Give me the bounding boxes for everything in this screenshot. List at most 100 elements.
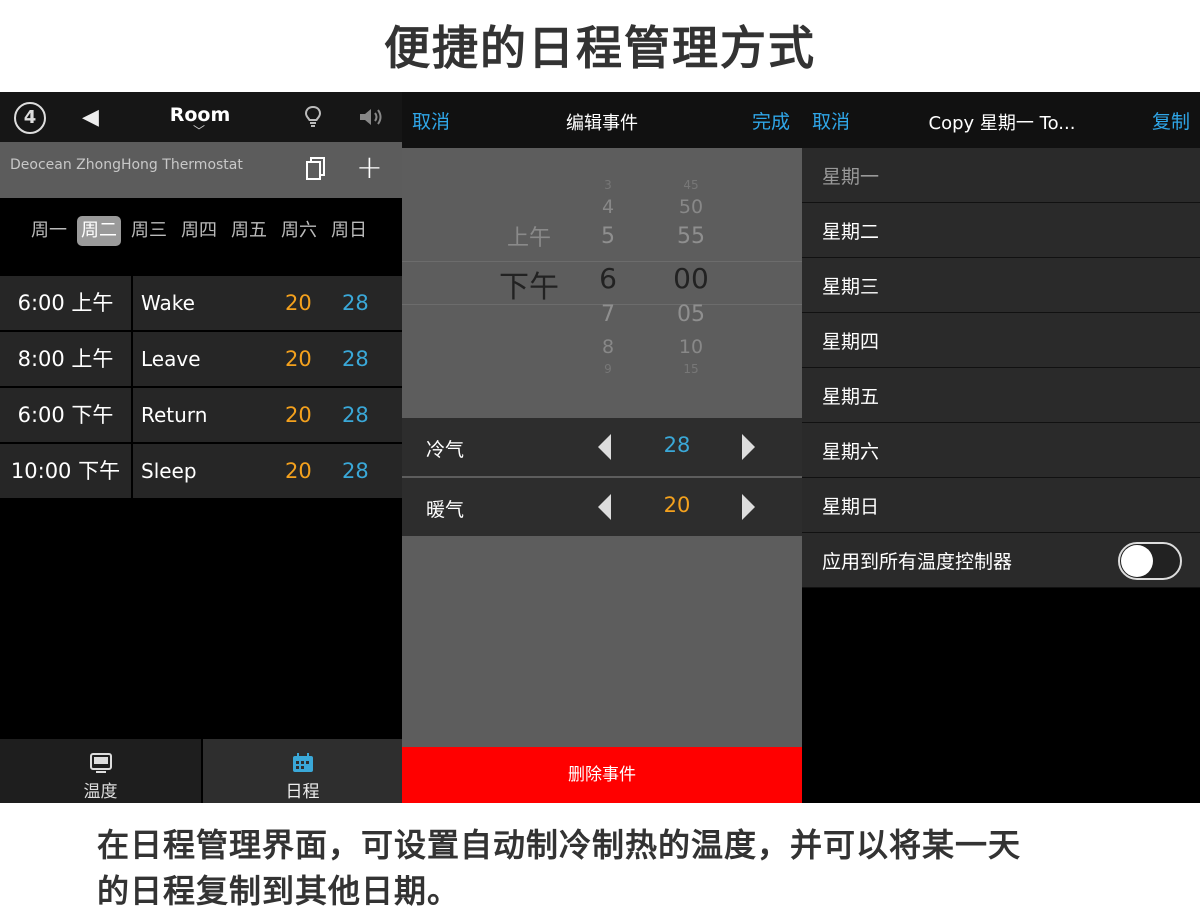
cool-decrease-arrow-icon[interactable] (598, 434, 611, 460)
day-label: 星期三 (822, 276, 880, 298)
picker-ampm-selected[interactable]: 下午 (494, 262, 564, 306)
screenshots-strip: 4 ◀ Room ﹀ Deocean ZhongHong Thermostat … (0, 92, 1200, 803)
event-row[interactable]: 6:00 下午 Return 20 28 (0, 388, 402, 444)
delete-event-button[interactable]: 删除事件 (402, 747, 802, 803)
picker-ampm-option[interactable]: 上午 (494, 220, 564, 252)
picker-hour-option[interactable]: 8 (588, 336, 628, 358)
event-cool-temp: 28 (342, 347, 369, 371)
day-tab-wed[interactable]: 周三 (124, 216, 174, 246)
event-name: Sleep (141, 459, 197, 483)
heat-decrease-arrow-icon[interactable] (598, 494, 611, 520)
picker-minute-option[interactable]: 45 (664, 178, 718, 192)
picker-minute-option[interactable]: 55 (664, 224, 718, 249)
day-tab-sat[interactable]: 周六 (274, 216, 324, 246)
event-name: Return (141, 403, 208, 427)
list-item-day[interactable]: 星期四 (802, 313, 1200, 368)
picker-minute-option[interactable]: 50 (664, 196, 718, 218)
nav-bar: 取消 编辑事件 完成 (402, 92, 802, 148)
add-event-button[interactable]: + (356, 147, 383, 187)
chevron-down-icon[interactable]: ﹀ (193, 122, 205, 139)
cool-value: 28 (663, 433, 691, 457)
day-label: 星期日 (822, 496, 880, 518)
back-arrow-icon[interactable]: ◀ (82, 105, 99, 130)
day-tab-thu[interactable]: 周四 (174, 216, 224, 246)
copy-schedule-screen: 取消 Copy 星期一 To... 复制 星期一 星期二 星期三 星期四 星期五… (802, 92, 1200, 803)
event-heat-temp: 20 (285, 403, 312, 427)
day-label: 星期四 (822, 331, 880, 353)
list-item-day[interactable]: 星期二 (802, 203, 1200, 258)
copy-icon[interactable] (306, 157, 326, 181)
top-bar: 4 ◀ Room ﹀ (0, 92, 402, 142)
caption: 在日程管理界面，可设置自动制冷制热的温度，并可以将某一天 的日程复制到其他日期。 (97, 822, 1117, 914)
day-tab-fri[interactable]: 周五 (224, 216, 274, 246)
picker-hour-option[interactable]: 3 (588, 178, 628, 192)
calendar-icon (292, 753, 313, 772)
event-row[interactable]: 6:00 上午 Wake 20 28 (0, 276, 402, 332)
caption-line-1: 在日程管理界面，可设置自动制冷制热的温度，并可以将某一天 (97, 826, 1022, 864)
day-label: 星期六 (822, 441, 880, 463)
picker-hour-option[interactable]: 5 (588, 224, 628, 249)
cool-setpoint-row: 冷气 28 (402, 418, 802, 476)
tab-label: 温度 (83, 782, 118, 802)
speaker-icon[interactable] (358, 106, 384, 128)
event-time: 8:00 上午 (0, 332, 133, 386)
event-cool-temp: 28 (342, 291, 369, 315)
event-list: 6:00 上午 Wake 20 28 8:00 上午 Leave 20 28 6… (0, 276, 402, 500)
day-selector: 周一 周二 周三 周四 周五 周六 周日 (24, 216, 384, 246)
event-time: 10:00 下午 (0, 444, 133, 498)
event-cool-temp: 28 (342, 459, 369, 483)
device-bar: Deocean ZhongHong Thermostat + (0, 142, 402, 198)
event-row[interactable]: 8:00 上午 Leave 20 28 (0, 332, 402, 388)
cancel-button[interactable]: 取消 (812, 107, 850, 134)
day-label: 星期二 (822, 221, 880, 243)
app-logo-icon[interactable]: 4 (14, 102, 46, 134)
day-label: 星期一 (822, 166, 880, 188)
page-title: 便捷的日程管理方式 (384, 21, 816, 75)
bottom-tab-bar: 温度 日程 (0, 739, 402, 803)
caption-line-2: 的日程复制到其他日期。 (97, 872, 461, 910)
picker-minute-option[interactable]: 05 (664, 302, 718, 327)
heat-label: 暖气 (426, 499, 465, 521)
heat-value: 20 (663, 493, 691, 517)
light-bulb-icon[interactable] (304, 105, 322, 129)
schedule-screen: 4 ◀ Room ﹀ Deocean ZhongHong Thermostat … (0, 92, 402, 803)
event-heat-temp: 20 (285, 459, 312, 483)
thermostat-icon (89, 753, 112, 773)
day-label: 星期五 (822, 386, 880, 408)
event-name: Leave (141, 347, 201, 371)
heat-setpoint-row: 暖气 20 (402, 478, 802, 536)
picker-hour-selected[interactable]: 6 (588, 262, 628, 295)
picker-minute-option[interactable]: 10 (664, 336, 718, 358)
picker-hour-option[interactable]: 7 (588, 302, 628, 327)
list-item-day[interactable]: 星期五 (802, 368, 1200, 423)
time-picker[interactable]: 上午 下午 3 4 5 6 7 8 9 45 50 55 00 05 10 15 (402, 148, 802, 418)
screen-title: 编辑事件 (566, 113, 638, 134)
tab-temperature[interactable]: 温度 (0, 739, 201, 803)
target-day-list: 星期一 星期二 星期三 星期四 星期五 星期六 星期日 应用到所有温度控制器 (802, 148, 1200, 588)
apply-all-toggle[interactable] (1118, 542, 1182, 580)
cool-label: 冷气 (426, 439, 465, 461)
cancel-button[interactable]: 取消 (412, 107, 450, 134)
list-item-day[interactable]: 星期六 (802, 423, 1200, 478)
day-tab-tue[interactable]: 周二 (77, 216, 121, 246)
day-tab-mon[interactable]: 周一 (24, 216, 74, 246)
event-cool-temp: 28 (342, 403, 369, 427)
tab-schedule[interactable]: 日程 (203, 739, 402, 803)
screen-title: Copy 星期一 To... (928, 113, 1076, 134)
heat-increase-arrow-icon[interactable] (742, 494, 755, 520)
done-button[interactable]: 完成 (752, 107, 790, 134)
day-tab-sun[interactable]: 周日 (324, 216, 374, 246)
apply-all-row: 应用到所有温度控制器 (802, 533, 1200, 588)
cool-increase-arrow-icon[interactable] (742, 434, 755, 460)
list-item-day[interactable]: 星期三 (802, 258, 1200, 313)
picker-hour-option[interactable]: 4 (588, 196, 628, 218)
event-heat-temp: 20 (285, 291, 312, 315)
picker-minute-option[interactable]: 15 (664, 362, 718, 376)
picker-minute-selected[interactable]: 00 (664, 262, 718, 295)
nav-bar: 取消 Copy 星期一 To... 复制 (802, 92, 1200, 148)
copy-button[interactable]: 复制 (1152, 107, 1190, 134)
list-item-day[interactable]: 星期日 (802, 478, 1200, 533)
list-item-day[interactable]: 星期一 (802, 148, 1200, 203)
event-row[interactable]: 10:00 下午 Sleep 20 28 (0, 444, 402, 500)
picker-hour-option[interactable]: 9 (588, 362, 628, 376)
